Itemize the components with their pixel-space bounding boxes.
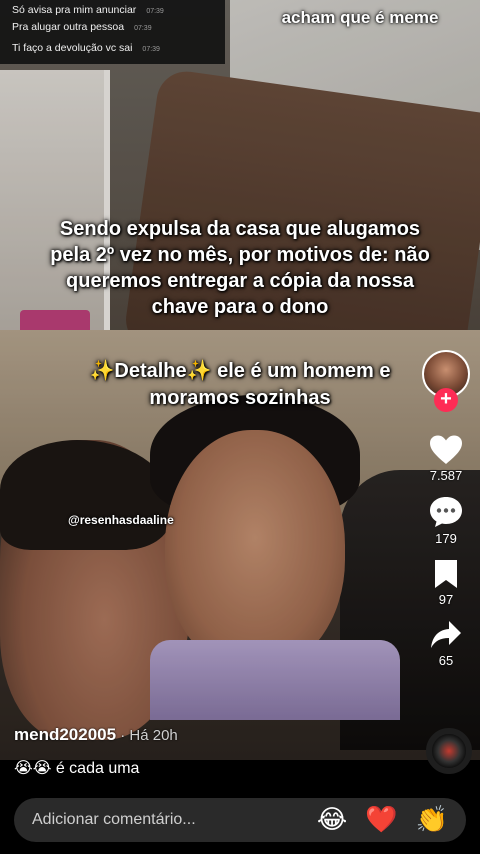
- heart-emoji-button[interactable]: ❤️: [365, 805, 397, 835]
- share-count: 65: [438, 653, 454, 668]
- music-disc[interactable]: [426, 728, 472, 774]
- comment-input[interactable]: Adicionar comentário... 😂 ❤️ 👏: [14, 798, 466, 842]
- chat-message-text: Ti faço a devolução vc sai: [12, 42, 133, 54]
- comment-button[interactable]: 179: [418, 495, 474, 546]
- comment-placeholder[interactable]: Adicionar comentário...: [32, 811, 317, 829]
- follow-button[interactable]: +: [434, 388, 458, 412]
- like-button[interactable]: 7.587: [418, 434, 474, 483]
- action-rail: + 7.587 179 97 65: [418, 350, 474, 668]
- chat-message-time: 07:39: [134, 25, 152, 32]
- video-caption-detail: ✨Detalhe✨ ele é um homem e moramos sozin…: [89, 360, 391, 409]
- like-count: 7.587: [429, 468, 463, 483]
- top-caption: acham que é meme: [281, 8, 439, 27]
- chat-message-time: 07:39: [146, 8, 164, 15]
- clap-emoji-button[interactable]: 👏: [416, 805, 448, 835]
- watermark: @resenhasdaaline: [68, 513, 174, 527]
- creator-avatar-wrap[interactable]: +: [420, 350, 472, 414]
- post-time: · Há 20h: [116, 727, 178, 744]
- video-caption: Sendo expulsa da casa que alugamos pela …: [50, 218, 430, 318]
- chat-message-text: Pra alugar outra pessoa: [12, 21, 125, 33]
- laugh-emoji-button[interactable]: 😂: [317, 805, 347, 835]
- comment-bar: Adicionar comentário... 😂 ❤️ 👏: [0, 786, 480, 854]
- heart-icon: [430, 435, 462, 464]
- share-button[interactable]: 65: [418, 619, 474, 668]
- chat-message: Só avisa pra mim anunciar 07:39: [0, 0, 225, 21]
- bookmark-count: 97: [438, 592, 454, 607]
- share-icon: [431, 621, 461, 648]
- chat-message-time: 07:39: [142, 46, 160, 53]
- chat-message: Pra alugar outra pessoa 07:39: [0, 21, 225, 42]
- video-description: 😭😭 é cada uma: [14, 760, 140, 777]
- comment-count: 179: [435, 531, 457, 546]
- bookmark-icon: [435, 560, 457, 588]
- chat-message-text: Só avisa pra mim anunciar: [12, 4, 137, 16]
- author-name[interactable]: mend202005: [14, 725, 116, 744]
- video-screen[interactable]: Só avisa pra mim anunciar 07:39 Pra alug…: [0, 0, 480, 854]
- chat-screenshot: Só avisa pra mim anunciar 07:39 Pra alug…: [0, 0, 225, 64]
- author-row[interactable]: mend202005 · Há 20h: [14, 725, 178, 745]
- bookmark-button[interactable]: 97: [418, 558, 474, 607]
- chat-message: Ti faço a devolução vc sai 07:39: [0, 42, 225, 63]
- comment-icon: [430, 497, 462, 527]
